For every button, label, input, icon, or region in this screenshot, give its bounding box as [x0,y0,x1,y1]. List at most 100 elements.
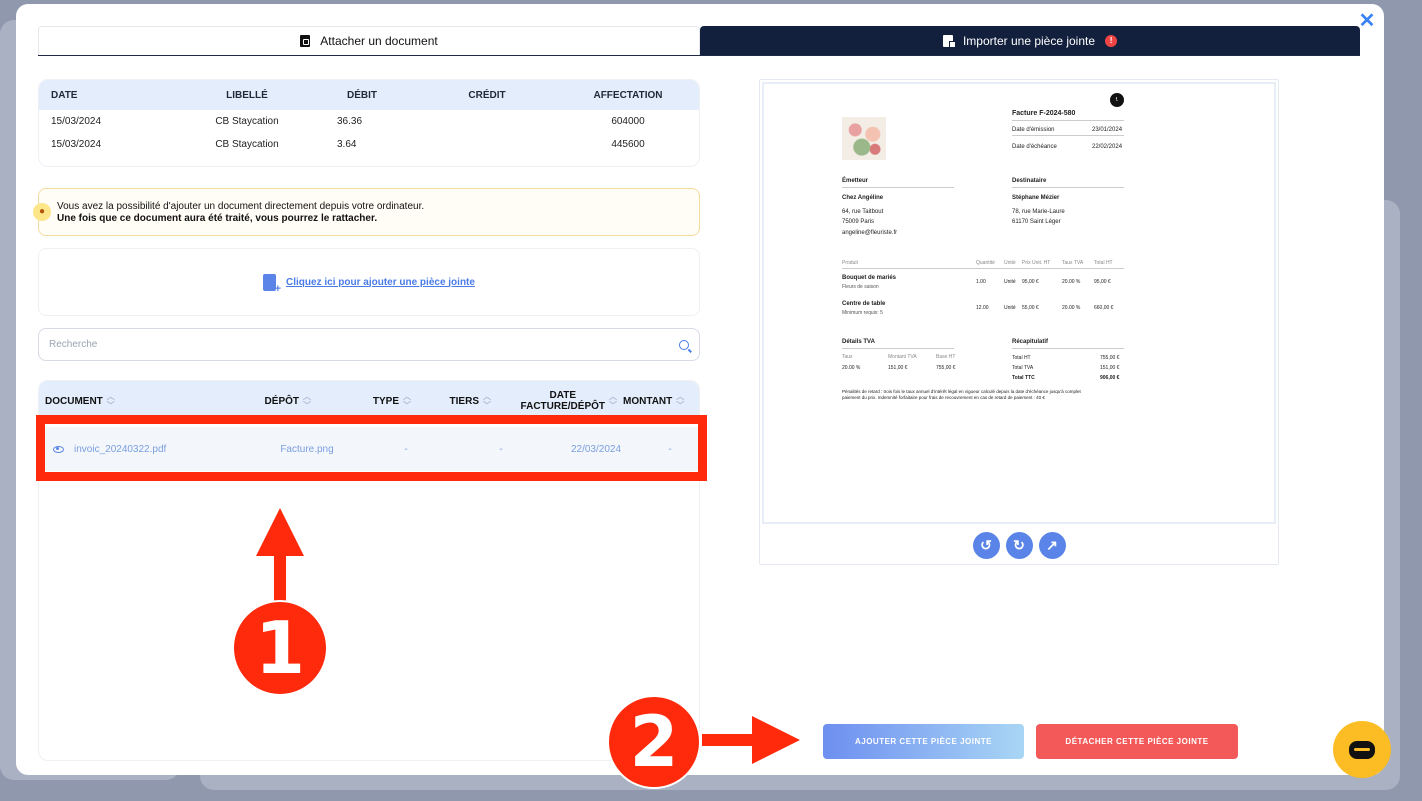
cell-depot: Facture.png [280,443,334,455]
upload-link[interactable]: Cliquez ici pour ajouter une pièce joint… [286,277,475,288]
sort-icon[interactable]: ︿ ﹀ [403,392,411,410]
invoice-col-vat: Taux TVA [1062,260,1084,266]
close-icon[interactable]: ✕ [1358,11,1376,31]
issuer-email: angeline@fleuriste.fr [842,230,898,236]
issue-label: Date d'émission [1012,127,1055,133]
info-line-2: Une fois que ce document aura été traité… [57,213,378,224]
cell-date: 22/03/2024 [570,443,622,455]
col-date: DATE [51,89,78,101]
tva-col-amount: Montant TVA [888,354,917,360]
annotation-number-1: 1 [232,600,328,696]
recipient-title: Destinataire [1012,178,1047,184]
col-libelle: LIBELLÉ [226,89,268,101]
invoice-number: Facture F-2024-580 [1012,110,1076,117]
invoice-page: f. Facture F-2024-580 Date d'émission 23… [762,82,1276,524]
sort-icon[interactable]: ︿ ﹀ [303,392,311,410]
recipient-address-1: 78, rue Marie-Laure [1012,209,1065,215]
cell-debit: 36.36 [337,116,363,127]
col-document[interactable]: DOCUMENT ︿ ﹀ [39,392,133,410]
item-total: 660,00 € [1094,305,1114,311]
sort-icon[interactable]: ︿ ﹀ [676,392,684,410]
search-bar [38,328,700,361]
col-type[interactable]: TYPE ︿ ﹀ [311,392,411,410]
recap-value: 906,00 € [1100,375,1120,381]
annotation-number-2: 2 [607,695,701,789]
chat-icon [1349,740,1375,759]
invoice-col-unit: Unité [1004,260,1016,266]
tab-import-label: Importer une pièce jointe [962,33,1096,48]
cell-montant: - [668,443,672,455]
sort-icon[interactable]: ︿ ﹀ [483,392,491,410]
tva-col-rate: Taux [842,354,853,360]
document-icon [300,35,311,47]
attachment-modal: Attacher un document Importer une pièce … [16,4,1384,775]
recap-label: Total HT [1012,355,1031,361]
open-external-icon[interactable]: ↗ [1038,531,1066,559]
cell-tiers: - [499,443,503,455]
invoice-col-total: Total HT [1094,260,1113,266]
recap-label: Total TTC [1012,375,1035,381]
issuer-name: Chez Angéline [842,195,884,201]
item-total: 95,00 € [1094,279,1111,285]
col-tiers[interactable]: TIERS ︿ ﹀ [411,392,491,410]
add-attachment-button[interactable]: AJOUTER CETTE PIÈCE JOINTE [823,724,1024,759]
recipient-name: Stéphane Mézier [1012,195,1060,201]
documents-table: DOCUMENT ︿ ﹀ DÉPÔT ︿ ﹀ TYPE ︿ ﹀ TIERS ︿ ﹀ DATE FA… [38,380,700,761]
col-date-facture[interactable]: DATE FACTURE/DÉPÔT ︿ ﹀ [491,390,617,412]
item-unit: Unité [1004,305,1016,311]
tva-amount: 151,00 € [888,365,908,371]
lightbulb-icon: ● [33,203,51,221]
issue-date: 23/01/2024 [1092,127,1123,133]
rotate-left-icon[interactable]: ↺ [972,531,1000,559]
tab-import-attachment[interactable]: Importer une pièce jointe ! [700,26,1360,55]
preview-toolbar: ↺ ↻ ↗ [760,526,1278,564]
item-qty: 12.00 [976,305,989,311]
tva-col-base: Base HT [936,354,956,360]
col-montant[interactable]: MONTANT ︿ ﹀ [617,392,699,410]
item-desc: Minimum requis: 5 [842,310,883,316]
item-desc: Fleurs de saison [842,284,879,290]
modal-tabs: Attacher un document Importer une pièce … [38,26,1360,56]
invoice-col-product: Produit [842,260,858,266]
invoice-col-price: Prix Unit. HT [1022,260,1051,266]
alert-badge: ! [1105,34,1118,47]
chat-button[interactable] [1333,721,1391,778]
cell-libelle: CB Staycation [215,116,279,127]
tva-title: Détails TVA [842,339,875,345]
search-input[interactable] [49,339,679,350]
tab-attach-document[interactable]: Attacher un document [38,26,700,55]
invoice-logo: f. [1110,93,1124,107]
sort-icon[interactable]: ︿ ﹀ [609,392,617,410]
recap-title: Récapitulatif [1012,339,1049,345]
col-depot[interactable]: DÉPÔT ︿ ﹀ [133,392,311,410]
recap-value: 755,00 € [1100,355,1120,361]
col-credit: CRÉDIT [468,89,506,101]
eye-icon[interactable] [53,445,64,453]
flowers-image [842,117,886,160]
table-row[interactable]: invoic_20240322.pdf Facture.png - - 22/0… [39,427,699,471]
item-vat: 20.00 % [1062,305,1081,311]
due-date: 22/02/2024 [1092,144,1123,150]
cell-type: - [404,443,408,455]
table-row: 15/03/2024 CB Staycation 36.36 604000 [39,110,699,133]
issuer-title: Émetteur [842,178,869,184]
cell-libelle: CB Staycation [215,139,279,150]
detach-attachment-button[interactable]: DÉTACHER CETTE PIÈCE JOINTE [1036,724,1238,759]
cell-document: invoic_20240322.pdf [39,444,253,455]
add-file-icon [263,273,281,295]
invoice-col-qty: Quantité [976,260,995,266]
search-icon[interactable] [679,339,689,350]
info-line-1: Vous avez la possibilité d'ajouter un do… [57,201,425,212]
recap-value: 151,00 € [1100,365,1120,371]
document-preview: f. Facture F-2024-580 Date d'émission 23… [759,79,1279,565]
tva-base: 755,00 € [936,365,956,371]
sort-icon[interactable]: ︿ ﹀ [107,392,115,410]
item-price: 55,00 € [1022,305,1039,311]
cell-date: 15/03/2024 [51,116,102,127]
rotate-right-icon[interactable]: ↻ [1005,531,1033,559]
issuer-address-2: 75009 Paris [842,219,875,225]
info-banner: ● Vous avez la possibilité d'ajouter un … [33,188,700,236]
cell-date: 15/03/2024 [51,139,102,150]
upload-dropzone[interactable]: Cliquez ici pour ajouter une pièce joint… [38,248,700,316]
penalty-line-2: paiement du prix. Indemnité forfaitaire … [842,395,1045,400]
